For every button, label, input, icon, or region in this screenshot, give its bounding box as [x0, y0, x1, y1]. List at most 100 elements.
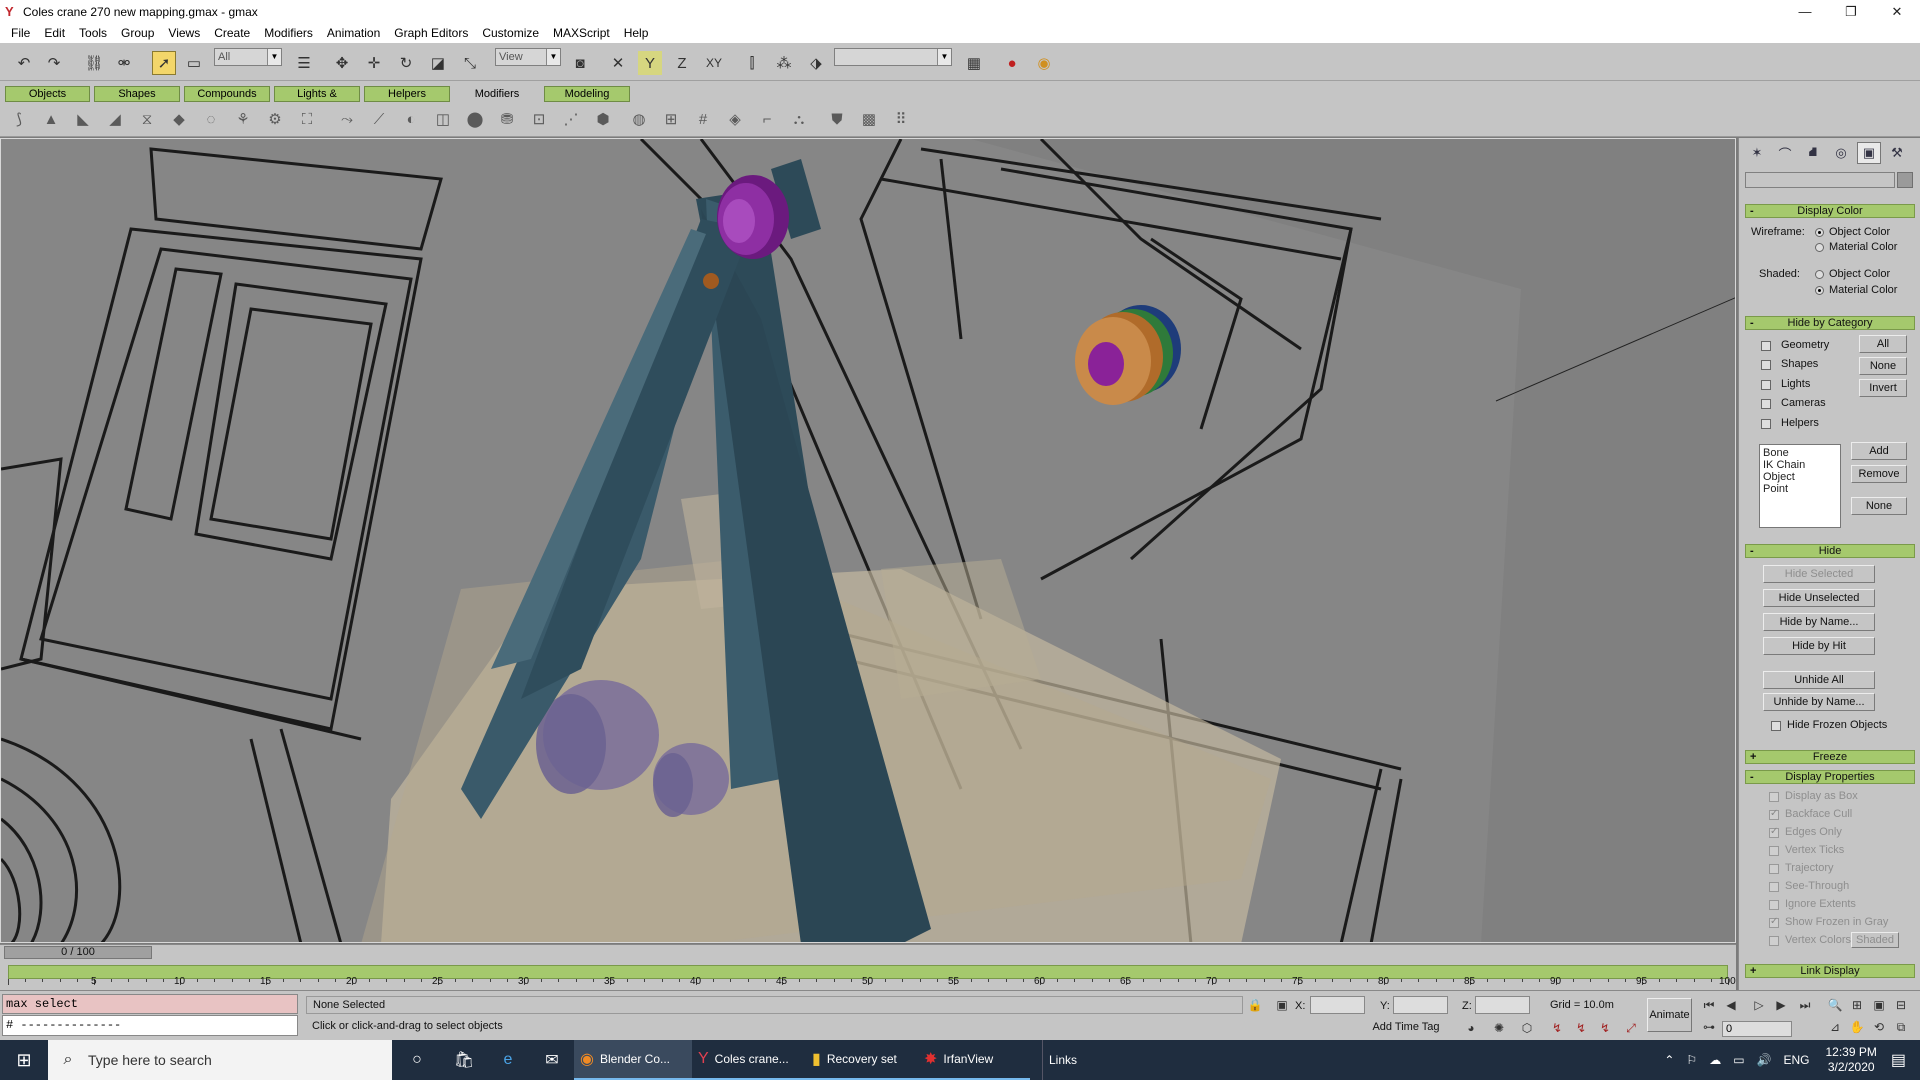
taskbar-clock[interactable]: 12:39 PM 3/2/2020 [1826, 1045, 1877, 1075]
display-as-box-checkbox[interactable] [1769, 792, 1779, 802]
vertex-ticks-checkbox[interactable] [1769, 846, 1779, 856]
hide-selected-button[interactable]: Hide Selected [1763, 565, 1875, 583]
hierarchy-tab-icon[interactable]: ⛘ [1801, 142, 1825, 164]
category-list[interactable]: Bone IK Chain Object Point [1759, 444, 1841, 528]
vertex-colors-checkbox[interactable] [1769, 936, 1779, 946]
backface-cull-checkbox[interactable] [1769, 808, 1779, 820]
pivot-center-icon[interactable]: ◙ [568, 51, 592, 75]
restrict-z-icon[interactable]: Z [670, 51, 694, 75]
unlink-icon[interactable]: ⚮ [112, 51, 136, 75]
z-coord-field[interactable] [1475, 996, 1530, 1014]
squeeze-modifier-icon[interactable]: ◆ [168, 108, 190, 130]
tab-modifiers[interactable]: Modifiers [454, 86, 540, 102]
list-item[interactable]: Bone [1763, 447, 1837, 459]
animate-toggle-button[interactable]: Animate [1647, 998, 1692, 1032]
display-properties-rollout-header[interactable]: - Display Properties [1745, 770, 1915, 784]
create-tab-icon[interactable]: ✶ [1745, 142, 1769, 164]
menu-customize[interactable]: Customize [475, 26, 546, 40]
menu-modifiers[interactable]: Modifiers [257, 26, 320, 40]
edges-only-checkbox[interactable] [1769, 826, 1779, 838]
uvw-map-modifier-icon[interactable]: ◍ [628, 108, 650, 130]
lights-checkbox[interactable] [1761, 380, 1771, 390]
menu-file[interactable]: File [4, 26, 37, 40]
selection-filter-dropdown[interactable]: All ▼ [214, 48, 282, 66]
close-button[interactable]: ✕ [1874, 0, 1920, 23]
default-tangent-icon[interactable]: ↯ [1572, 1020, 1590, 1036]
object-color-swatch[interactable] [1897, 172, 1913, 188]
optimize-modifier-icon[interactable]: ⛊ [826, 108, 848, 130]
edge-browser-icon[interactable]: e [486, 1040, 530, 1080]
skew-modifier-icon[interactable]: ⤳ [336, 108, 358, 130]
freeze-rollout-header[interactable]: + Freeze [1745, 750, 1915, 764]
notifications-icon[interactable]: ▤ [1891, 1050, 1906, 1070]
onedrive-icon[interactable]: ☁ [1709, 1053, 1721, 1067]
menu-graph-editors[interactable]: Graph Editors [387, 26, 475, 40]
taskbar-search-box[interactable]: ⌕ Type here to search [48, 1040, 392, 1080]
slice-modifier-icon[interactable]: ⟋ [368, 108, 390, 130]
taskbar-app-recovery-set[interactable]: ▮ Recovery set [806, 1040, 918, 1080]
maximize-viewport-icon[interactable]: ⧉ [1892, 1019, 1910, 1035]
zoom-extents-icon[interactable]: ▣ [1870, 997, 1888, 1013]
unhide-all-button[interactable]: Unhide All [1763, 671, 1875, 689]
tab-compounds[interactable]: Compounds [184, 86, 270, 102]
tab-shapes[interactable]: Shapes [94, 86, 180, 102]
taskbar-app-irfanview[interactable]: ✸ IrfanView [918, 1040, 1030, 1080]
category-none-button[interactable]: None [1851, 497, 1907, 515]
select-uniform-rotate-icon[interactable]: ↻ [394, 51, 418, 75]
displace-modifier-icon[interactable]: ⊡ [528, 108, 550, 130]
menu-maxscript[interactable]: MAXScript [546, 26, 617, 40]
trajectory-checkbox[interactable] [1769, 864, 1779, 874]
hide-unselected-button[interactable]: Hide Unselected [1763, 589, 1875, 607]
geometry-checkbox[interactable] [1761, 341, 1771, 351]
array-icon[interactable]: ⁂ [772, 51, 796, 75]
menu-group[interactable]: Group [114, 26, 161, 40]
remove-category-button[interactable]: Remove [1851, 465, 1907, 483]
zoom-extents-all-icon[interactable]: ⊟ [1892, 997, 1910, 1013]
battery-icon[interactable]: ▭ [1733, 1053, 1744, 1067]
redo-icon[interactable]: ↷ [42, 51, 66, 75]
twist-modifier-icon[interactable]: ◣ [72, 108, 94, 130]
lock-selection-icon[interactable]: 🔒 [1246, 997, 1264, 1013]
link-display-rollout-header[interactable]: + Link Display [1745, 964, 1915, 978]
hide-frozen-objects-checkbox[interactable] [1771, 721, 1781, 731]
step-tangent-icon[interactable]: ↯ [1596, 1020, 1614, 1036]
cameras-checkbox[interactable] [1761, 399, 1771, 409]
time-slider[interactable]: 0 / 100 [0, 944, 1736, 959]
zoom-icon[interactable]: 🔍 [1826, 997, 1844, 1013]
mirror-modifier-icon[interactable]: ⛃ [496, 108, 518, 130]
key-filter-icon[interactable]: ✺ [1490, 1020, 1508, 1036]
cortana-icon[interactable]: ○ [392, 1040, 442, 1080]
bend-modifier-icon[interactable]: ⟆ [8, 108, 30, 130]
see-through-checkbox[interactable] [1769, 882, 1779, 892]
menu-animation[interactable]: Animation [320, 26, 387, 40]
normal-modifier-icon[interactable]: ⌐ [756, 108, 778, 130]
hide-category-none-button[interactable]: None [1859, 357, 1907, 375]
smooth-modifier-icon[interactable]: ⛬ [788, 108, 810, 130]
field-of-view-icon[interactable]: ⊿ [1826, 1019, 1844, 1035]
helpers-checkbox[interactable] [1761, 419, 1771, 429]
edit-mesh-modifier-icon[interactable]: ◈ [724, 108, 746, 130]
wave-modifier-icon[interactable]: ⛶ [296, 108, 318, 130]
material-modifier-icon[interactable]: ▩ [858, 108, 880, 130]
mail-icon[interactable]: ✉ [530, 1040, 574, 1080]
minimize-button[interactable]: — [1782, 0, 1828, 23]
noise-modifier-icon[interactable]: ◢ [104, 108, 126, 130]
select-by-name-icon[interactable]: ☰ [292, 51, 316, 75]
previous-frame-icon[interactable]: ◀ [1722, 997, 1740, 1013]
push-modifier-icon[interactable]: ◌ [200, 108, 222, 130]
maxscript-listener-input[interactable]: max select [2, 994, 298, 1014]
list-item[interactable]: IK Chain Object [1763, 459, 1837, 483]
utilities-tab-icon[interactable]: ⚒ [1885, 142, 1909, 164]
select-move-icon[interactable]: ✥ [330, 51, 354, 75]
play-icon[interactable]: ▷ [1750, 997, 1768, 1013]
go-to-start-icon[interactable]: ⏮ [1700, 997, 1718, 1013]
key-mode-toggle-icon[interactable]: ⊶ [1700, 1019, 1718, 1035]
shaded-material-color-radio[interactable] [1815, 286, 1824, 295]
display-tab-icon[interactable]: ▣ [1857, 142, 1881, 164]
y-coord-field[interactable] [1393, 996, 1448, 1014]
motion-tab-icon[interactable]: ◎ [1829, 142, 1853, 164]
align-icon[interactable]: ⬗ [804, 51, 828, 75]
next-frame-icon[interactable]: ▶ [1772, 997, 1790, 1013]
tab-modeling[interactable]: Modeling [544, 86, 630, 102]
menu-edit[interactable]: Edit [37, 26, 72, 40]
